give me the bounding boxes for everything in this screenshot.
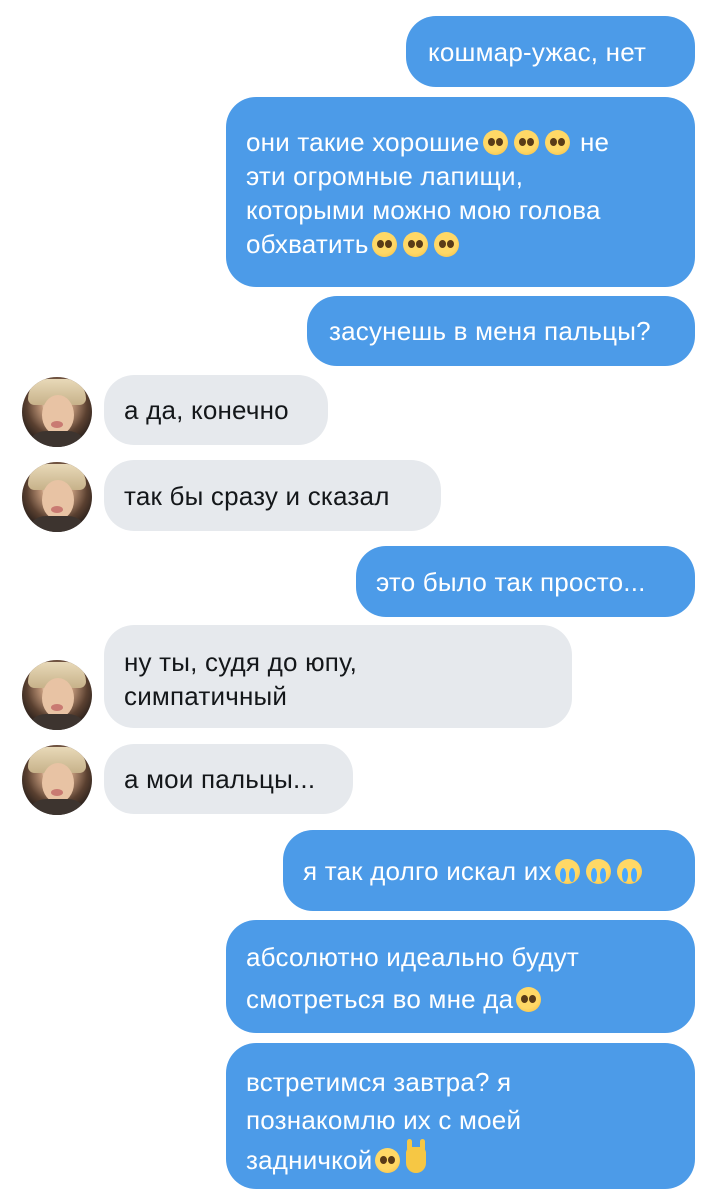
pleading-face-emoji-icon (482, 130, 508, 155)
message-bubble[interactable]: абсолютно идеально будут смотреться во м… (226, 920, 695, 1033)
message-bubble[interactable]: они такие хорошие не эти огромные лапищи… (226, 97, 695, 287)
message-text: я так долго искал их (303, 856, 552, 886)
message-bubble[interactable]: я так долго искал их (283, 830, 695, 911)
pleading-face-emoji-icon (402, 232, 428, 257)
message-bubble[interactable]: это было так просто... (356, 546, 695, 617)
pleading-face-emoji-icon (513, 130, 539, 155)
message-text: задничкой (246, 1145, 373, 1175)
avatar[interactable] (22, 660, 92, 730)
message-text: ну ты, судя до юпу, (124, 647, 358, 677)
message-text: кошмар-ужас, нет (428, 37, 647, 67)
message-bubble[interactable]: а мои пальцы... (104, 744, 353, 814)
pleading-face-emoji-icon (375, 1148, 401, 1173)
avatar[interactable] (22, 377, 92, 447)
message-text: которыми можно мою голова (246, 195, 601, 225)
loudly-crying-emoji-icon (554, 859, 580, 884)
pleading-face-emoji-icon (433, 232, 459, 257)
message-bubble[interactable]: так бы сразу и сказал (104, 460, 441, 531)
loudly-crying-emoji-icon (585, 859, 611, 884)
loudly-crying-emoji-icon (616, 859, 642, 884)
pleading-face-emoji-icon (544, 130, 570, 155)
message-text: абсолютно идеально будут (246, 942, 579, 972)
message-text: так бы сразу и сказал (124, 481, 390, 511)
pleading-face-emoji-icon (516, 987, 542, 1012)
message-bubble[interactable]: засунешь в меня пальцы? (307, 296, 695, 366)
message-bubble[interactable]: ну ты, судя до юпу, симпатичный (104, 625, 572, 728)
avatar[interactable] (22, 745, 92, 815)
message-bubble[interactable]: а да, конечно (104, 375, 328, 445)
message-bubble[interactable]: встретимся завтра? я познакомлю их с мое… (226, 1043, 695, 1189)
message-text: эти огромные лапищи, (246, 161, 524, 191)
message-text: обхватить (246, 229, 369, 259)
pleading-face-emoji-icon (371, 232, 397, 257)
message-text: они такие хорошие (246, 127, 480, 157)
message-text: познакомлю их с моей (246, 1105, 522, 1135)
message-bubble[interactable]: кошмар-ужас, нет (406, 16, 695, 87)
message-text: симпатичный (124, 681, 288, 711)
rock-on-hand-emoji-icon (406, 1139, 427, 1173)
message-text: засунешь в меня пальцы? (329, 316, 651, 346)
message-text: это было так просто... (376, 567, 646, 597)
message-text: встретимся завтра? я (246, 1067, 512, 1097)
message-text: а да, конечно (124, 395, 289, 425)
avatar[interactable] (22, 462, 92, 532)
message-text: смотреться во мне да (246, 984, 514, 1014)
message-text: не (580, 127, 610, 157)
message-text: а мои пальцы... (124, 764, 316, 794)
